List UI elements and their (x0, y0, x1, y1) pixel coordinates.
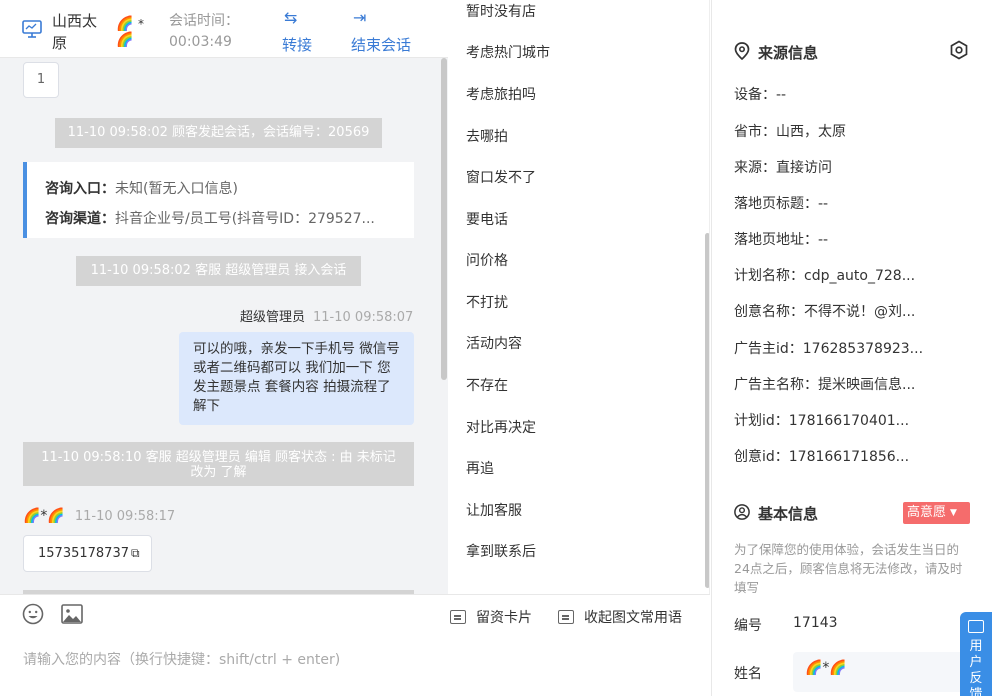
agent-message-time: 11-10 09:58:07 (313, 310, 414, 325)
avatar-suffix: * (138, 17, 144, 31)
consult-entry-value: 未知(暂无入口信息) (115, 181, 238, 197)
phrase-item[interactable]: 不打扰 (466, 292, 508, 312)
session-time: 00:03:49 (169, 34, 232, 50)
phrase-item[interactable]: 对比再决定 (466, 417, 536, 437)
phrase-item[interactable]: 不存在 (466, 375, 508, 395)
agent-message-bubble: 可以的哦，亲发一下手机号 微信号或者二维码都可以 我们加一下 您发主题景点 套餐… (179, 332, 414, 425)
copy-icon[interactable]: ⧉ (131, 546, 140, 560)
card-icon (450, 610, 466, 624)
edit-deadline-note: 为了保障您的使用体验，会话发生当日的24点之后，顾客信息将无法修改，请及时填写 (734, 542, 963, 595)
chat-messages[interactable]: 1 11-10 09:58:02 顾客发起会话，会话编号：20569 咨询入口：… (0, 58, 448, 594)
guest-phone: 15735178737 (38, 546, 129, 561)
basic-info-title-text: 基本信息 (758, 505, 819, 523)
session-time-label: 会话时间： (169, 13, 239, 29)
source-advertiser-name: 广告主名称：提米映画信息... (734, 377, 916, 393)
transfer-icon: ⇆ (284, 8, 298, 27)
source-creative-id: 创意id：178166171856... (734, 449, 910, 465)
monitor-icon (22, 20, 42, 38)
source-creative-name: 创意名称：不得不说！@刘... (734, 304, 916, 320)
exit-icon: ⇥ (353, 8, 367, 27)
chat-panel: 山西太原 🌈 * 🌈 会话时间： 00:03:49 ⇆ 转接 ⇥ 结束会话 1 1… (0, 0, 448, 696)
page-number[interactable]: 1 (23, 62, 59, 98)
phrase-item[interactable]: 拿到联系后 (466, 541, 536, 561)
emoji-icon[interactable] (22, 603, 44, 625)
message-icon (558, 610, 574, 624)
source-plan-name: 计划名称：cdp_auto_728... (734, 268, 916, 284)
message-input[interactable]: 请输入您的内容（换行快捷键：shift/ctrl + enter) (23, 649, 340, 669)
phrase-item[interactable]: 窗口发不了 (466, 167, 536, 187)
source-landing-title: 落地页标题：-- (734, 196, 829, 212)
source-advertiser-id: 广告主id：176285378923... (734, 341, 924, 357)
id-label: 编号 (734, 618, 762, 634)
phrase-item[interactable]: 再追 (466, 458, 494, 478)
id-value: 17143 (793, 615, 838, 631)
customer-avatar: 🌈 * 🌈 (116, 16, 150, 48)
phrase-scrollbar[interactable] (705, 233, 709, 588)
transfer-label: 转接 (282, 36, 313, 54)
basic-info-title: 基本信息 (734, 503, 818, 524)
consult-channel-value: 抖音企业号/员工号(抖音号ID：279527... (115, 211, 375, 227)
rainbow-avatar-icon: 🌈 (116, 16, 134, 32)
image-icon[interactable] (61, 604, 83, 624)
phrase-item[interactable]: 考虑旅拍吗 (466, 84, 536, 104)
end-session-label: 结束会话 (351, 36, 412, 54)
agent-message-meta: 超级管理员 11-10 09:58:07 (240, 306, 413, 325)
phrase-item[interactable]: 要电话 (466, 209, 508, 229)
consult-channel-row: 咨询渠道：抖音企业号/员工号(抖音号ID：279527... (45, 204, 405, 234)
name-field[interactable]: 🌈*🌈 (793, 652, 973, 692)
consult-entry-label: 咨询入口： (45, 181, 115, 197)
source-landing-url: 落地页地址：-- (734, 232, 829, 248)
system-message: 11-10 09:58:02 客服 超级管理员 接入会话 (76, 256, 361, 286)
source-plan-id: 计划id：178166170401... (734, 413, 910, 429)
phrase-item[interactable]: 去哪拍 (466, 126, 508, 146)
consult-channel-label: 咨询渠道： (45, 211, 115, 227)
user-feedback-label: 用户反馈 (969, 639, 983, 696)
lead-card-label: 留资卡片 (476, 610, 532, 626)
guest-name: 🌈*🌈 (23, 508, 65, 524)
consult-entry-row: 咨询入口：未知(暂无入口信息) (45, 174, 405, 204)
customer-info-panel: 来源信息 设备：-- 省市：山西，太原 来源：直接访问 落地页标题：-- 落地页… (711, 0, 992, 696)
settings-icon[interactable] (949, 40, 969, 60)
end-session-button[interactable]: ⇥ 结束会话 (351, 8, 411, 55)
consult-info-card: 咨询入口：未知(暂无入口信息) 咨询渠道：抖音企业号/员工号(抖音号ID：279… (23, 162, 414, 238)
collapse-phrases-button[interactable]: 收起图文常用语 (558, 607, 682, 627)
message-input-area: 留资卡片 收起图文常用语 请输入您的内容（换行快捷键：shift/ctrl + … (0, 594, 710, 696)
phrase-item[interactable]: 活动内容 (466, 333, 522, 353)
lead-card-button[interactable]: 留资卡片 (450, 607, 532, 627)
source-info-title-text: 来源信息 (758, 44, 819, 62)
intent-level-label: 高意愿 (907, 505, 947, 520)
intent-level-select[interactable]: 高意愿 ▼ (903, 502, 970, 524)
rainbow-avatar-icon-2: 🌈 (116, 32, 134, 48)
source-origin: 来源：直接访问 (734, 160, 832, 176)
phrase-item[interactable]: 问价格 (466, 250, 508, 270)
guest-phone-message: 15735178737 ⧉ (23, 535, 152, 572)
feedback-icon (968, 620, 984, 633)
phrase-item[interactable]: 考虑热门城市 (466, 42, 550, 62)
guest-message-meta: 🌈*🌈 11-10 09:58:17 (23, 508, 175, 524)
location-pin-icon (734, 42, 750, 60)
user-circle-icon (734, 504, 750, 520)
source-province-city: 省市：山西，太原 (734, 124, 846, 140)
transfer-button[interactable]: ⇆ 转接 (282, 8, 312, 55)
agent-name: 超级管理员 (240, 310, 306, 325)
customer-name: 山西太原 (52, 12, 98, 52)
chat-scrollbar[interactable] (441, 58, 447, 380)
system-message: 11-10 09:58:10 客服 超级管理员 编辑 顾客状态 : 由 未标记 … (23, 442, 414, 486)
user-feedback-tab[interactable]: 用户反馈 (960, 612, 992, 696)
phrase-item[interactable]: 暂时没有店 (466, 1, 536, 21)
source-info-title: 来源信息 (734, 42, 818, 63)
caret-down-icon: ▼ (950, 508, 957, 518)
chat-header: 山西太原 🌈 * 🌈 会话时间： 00:03:49 ⇆ 转接 ⇥ 结束会话 (0, 0, 448, 58)
source-device: 设备：-- (734, 87, 787, 103)
system-message: 11-10 09:58:02 顾客发起会话，会话编号：20569 (55, 118, 382, 148)
phrase-item[interactable]: 让加客服 (466, 500, 522, 520)
guest-message-time: 11-10 09:58:17 (74, 509, 176, 524)
collapse-phrases-label: 收起图文常用语 (584, 610, 682, 626)
quick-phrase-list: 暂时没有店 考虑热门城市 考虑旅拍吗 去哪拍 窗口发不了 要电话 问价格 不打扰… (448, 0, 710, 594)
name-label: 姓名 (734, 666, 762, 682)
